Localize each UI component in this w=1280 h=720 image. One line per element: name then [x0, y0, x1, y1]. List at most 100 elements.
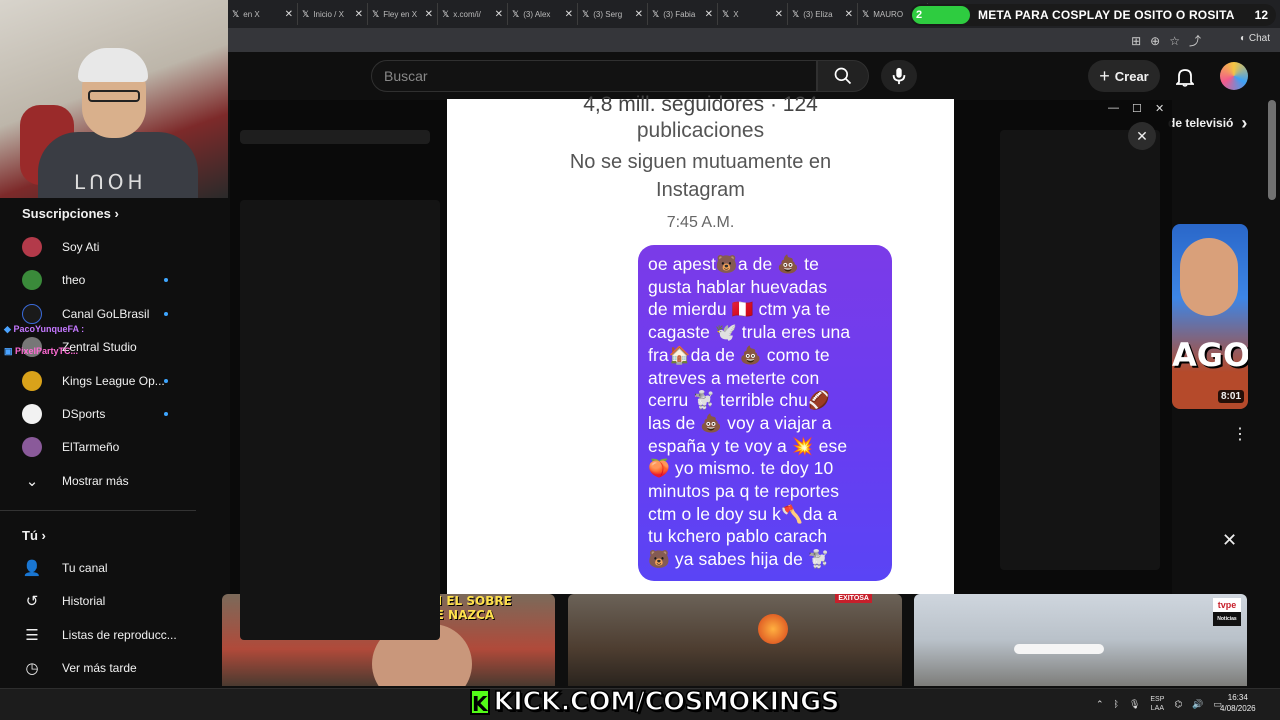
microphone-icon[interactable]: 🎙 — [1129, 699, 1140, 710]
message-line: cagaste 🕊️ trula eres una — [648, 322, 851, 343]
plus-icon: + — [1099, 65, 1110, 86]
microphone-icon — [892, 67, 906, 85]
sidebar-item-eltarmeno[interactable]: ElTarmeño — [22, 432, 202, 462]
copilot-icon: ◐ — [1240, 33, 1247, 44]
sidebar-item-history[interactable]: ↺ Historial — [22, 586, 202, 616]
channel-avatar — [22, 437, 42, 457]
close-modal-button[interactable]: ✕ — [1128, 122, 1156, 150]
window-close-icon[interactable]: ✕ — [1155, 102, 1164, 115]
chevron-right-icon: › — [114, 206, 119, 221]
close-icon[interactable]: ✕ — [285, 9, 293, 20]
browser-tab[interactable]: 𝕏x.com/i/✕ — [438, 3, 508, 25]
history-icon: ↺ — [25, 593, 39, 610]
bell-icon — [1176, 69, 1194, 87]
divider — [0, 510, 196, 511]
language-indicator[interactable]: ESP LAA — [1150, 695, 1164, 713]
browser-tab[interactable]: 𝕏 (3) Serg ✕ — [578, 3, 648, 25]
volume-icon[interactable]: 🔊 — [1192, 699, 1203, 710]
close-icon[interactable]: ✕ — [565, 9, 573, 20]
message-time: 7:45 A.M. — [666, 214, 735, 231]
account-avatar[interactable] — [1220, 62, 1248, 90]
x-logo-icon: 𝕏 — [722, 8, 730, 19]
playlist-icon: ☰ — [25, 627, 39, 644]
kick-channel-banner: K KICK.COM/COSMOKINGS — [470, 686, 840, 718]
close-icon[interactable]: ✕ — [495, 9, 503, 20]
more-options-icon[interactable]: ⋮ — [1232, 424, 1248, 444]
goal-target: 12 — [1254, 8, 1268, 22]
system-tray: ⌃ ᛒ 🎙 ESP LAA ⌬ 🔊 ▭ — [1096, 692, 1222, 716]
browser-tab[interactable]: 𝕏 (3) Fabia ✕ — [648, 3, 718, 25]
system-clock[interactable]: 16:34 4/08/2026 — [1220, 692, 1256, 714]
mutual-status-2: Instagram — [656, 179, 745, 201]
browser-tab[interactable]: 𝕏en X ✕ — [228, 3, 298, 25]
channel-avatar — [22, 270, 42, 290]
network-icon[interactable]: ⌬ — [1174, 699, 1182, 710]
fire-graphic — [758, 614, 788, 644]
x-logo-icon: 𝕏 — [232, 8, 240, 19]
live-dot — [164, 379, 168, 383]
close-icon[interactable]: ✕ — [705, 9, 713, 20]
close-icon[interactable]: ✕ — [1222, 530, 1237, 551]
close-icon[interactable]: ✕ — [635, 9, 643, 20]
maximize-icon[interactable]: ☐ — [1132, 102, 1142, 115]
streamer-webcam: ᒪᑎOᕼ — [0, 0, 228, 198]
x-logo-icon: 𝕏 — [652, 8, 660, 19]
sidebar-item-theo[interactable]: theo — [22, 265, 202, 295]
streamer-cap — [78, 48, 148, 82]
thumbnail-face — [1180, 238, 1238, 316]
close-icon[interactable]: ✕ — [845, 9, 853, 20]
chat-overlay-user: ◆ PacoYunqueFA : — [4, 324, 85, 334]
live-dot — [164, 312, 168, 316]
x-logo-icon: 𝕏 — [512, 8, 520, 19]
notifications-button[interactable] — [1172, 64, 1198, 90]
clock-icon: ◷ — [25, 660, 39, 677]
create-button[interactable]: + Crear — [1088, 60, 1160, 92]
browser-tab[interactable]: 𝕏 (3) Eliza ✕ — [788, 3, 858, 25]
message-line: oe apest🐻a de 💩 te — [648, 254, 819, 274]
toolbar-icons[interactable]: ⊞⊕☆⤴ — [1131, 32, 1210, 49]
browser-tab[interactable]: 𝕏 Inicio / X ✕ — [298, 3, 368, 25]
bluetooth-icon[interactable]: ᛒ — [1114, 699, 1119, 709]
sidebar-item-your-channel[interactable]: 👤 Tu canal — [22, 553, 202, 583]
chat-button[interactable]: ◐ Chat — [1240, 33, 1270, 44]
follower-stats: 4,8 mill. seguidores · 124 — [583, 93, 818, 116]
browser-tab[interactable]: 𝕏 X ✕ — [718, 3, 788, 25]
minimize-icon[interactable]: — — [1108, 102, 1119, 114]
sidebar-item-dsports[interactable]: DSports — [22, 399, 202, 429]
video-thumbnail[interactable]: tvpe Noticias — [914, 594, 1247, 686]
show-more-button[interactable]: ⌄ Mostrar más — [22, 466, 202, 496]
page-scrollbar[interactable] — [1268, 100, 1276, 200]
you-heading[interactable]: Tú › — [22, 528, 46, 543]
left-sidebar: Suscripciones › Soy Ati theo Canal GoLBr… — [0, 198, 222, 688]
badge-icon: ▣ — [4, 346, 13, 356]
chevron-up-icon[interactable]: ⌃ — [1096, 699, 1104, 710]
message-line: las de 💩 voy a viajar a — [648, 412, 832, 433]
sidebar-item-kings-league[interactable]: Kings League Op... — [22, 366, 202, 396]
chat-overlay-user: ▣ PixelPartyTC... — [4, 346, 79, 356]
subscriptions-heading[interactable]: Suscripciones › — [22, 206, 119, 221]
message-line: tu kchero pablo carach — [648, 526, 828, 547]
voice-search-button[interactable] — [881, 60, 917, 92]
close-icon[interactable]: ✕ — [425, 9, 433, 20]
feed-chip-television[interactable]: de televisió › — [1168, 108, 1268, 138]
video-thumbnail[interactable]: EXITOSA — [568, 594, 902, 686]
search-input[interactable]: Buscar — [371, 60, 817, 92]
streamer-glasses — [88, 90, 140, 102]
sidebar-item-playlists[interactable]: ☰ Listas de reproducc... — [22, 620, 202, 650]
chevron-right-icon: › — [41, 528, 46, 543]
browser-tab[interactable]: 𝕏 (3) Alex ✕ — [508, 3, 578, 25]
goal-progress-fill: 2 — [912, 6, 970, 24]
close-icon[interactable]: ✕ — [775, 9, 783, 20]
close-icon[interactable]: ✕ — [355, 9, 363, 20]
close-icon: ✕ — [1136, 127, 1148, 144]
goal-label: META PARA COSPLAY DE OSITO O ROSITA — [978, 8, 1235, 22]
x-logo-icon: 𝕏 — [582, 8, 590, 19]
video-thumbnail[interactable]: AGO 8:01 — [1172, 224, 1248, 409]
browser-tab[interactable]: 𝕏 Fley en X ✕ — [368, 3, 438, 25]
sidebar-item-watch-later[interactable]: ◷ Ver más tarde — [22, 653, 202, 683]
message-line: 🐻 ya sabes hija de 🐩 — [648, 549, 830, 570]
sidebar-item-soy-ati[interactable]: Soy Ati — [22, 232, 202, 262]
message-bubble: oe apest🐻a de 💩 te gusta hablar huevadas… — [638, 245, 892, 581]
mutual-status: No se siguen mutuamente en — [569, 151, 832, 173]
search-button[interactable] — [817, 60, 869, 92]
